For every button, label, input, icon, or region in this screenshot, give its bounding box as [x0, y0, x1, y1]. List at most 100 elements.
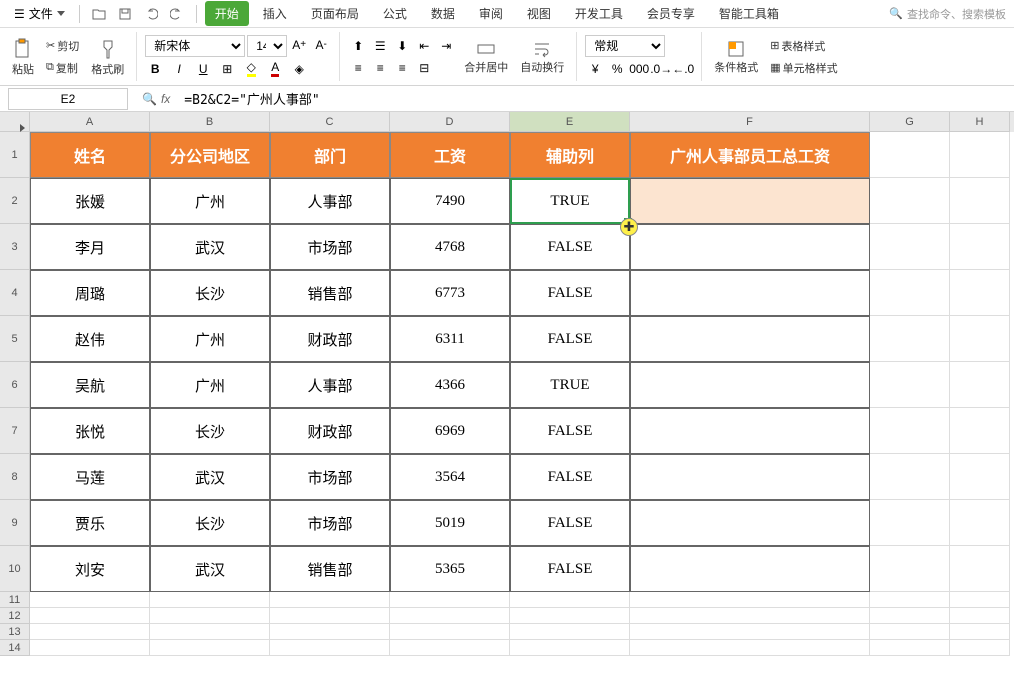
- cell[interactable]: 6969: [390, 408, 510, 454]
- cell[interactable]: [950, 270, 1010, 316]
- row-header[interactable]: 9: [0, 500, 30, 546]
- italic-icon[interactable]: I: [169, 59, 189, 79]
- cell[interactable]: [950, 500, 1010, 546]
- cell[interactable]: [390, 640, 510, 656]
- row-header[interactable]: 12: [0, 608, 30, 624]
- cell[interactable]: [950, 362, 1010, 408]
- align-bottom-icon[interactable]: ⬇: [392, 36, 412, 56]
- tab-formula[interactable]: 公式: [373, 1, 417, 26]
- cell[interactable]: 长沙: [150, 408, 270, 454]
- cell[interactable]: [870, 178, 950, 224]
- cell[interactable]: 销售部: [270, 546, 390, 592]
- align-right-icon[interactable]: ≡: [392, 58, 412, 78]
- cell[interactable]: 7490: [390, 178, 510, 224]
- tab-data[interactable]: 数据: [421, 1, 465, 26]
- tab-member[interactable]: 会员专享: [637, 1, 705, 26]
- row-header[interactable]: 5: [0, 316, 30, 362]
- cell[interactable]: [870, 224, 950, 270]
- cell[interactable]: [510, 640, 630, 656]
- cell[interactable]: [950, 608, 1010, 624]
- cell[interactable]: [630, 270, 870, 316]
- select-all-corner[interactable]: [0, 112, 30, 132]
- cell[interactable]: FALSE: [510, 270, 630, 316]
- header-cell[interactable]: 广州人事部员工总工资: [630, 132, 870, 178]
- cell[interactable]: 5365: [390, 546, 510, 592]
- cell[interactable]: [30, 608, 150, 624]
- col-header[interactable]: A: [30, 112, 150, 132]
- cell-style-button[interactable]: ▦单元格样式: [766, 58, 841, 78]
- cell[interactable]: 财政部: [270, 316, 390, 362]
- cell[interactable]: 财政部: [270, 408, 390, 454]
- cell[interactable]: 销售部: [270, 270, 390, 316]
- clear-format-icon[interactable]: ◈: [289, 59, 309, 79]
- table-style-button[interactable]: ⊞表格样式: [766, 36, 841, 56]
- cell[interactable]: 广州: [150, 362, 270, 408]
- cell[interactable]: [630, 316, 870, 362]
- cell[interactable]: [630, 224, 870, 270]
- paste-button[interactable]: 粘贴: [8, 35, 38, 79]
- tab-start[interactable]: 开始: [205, 1, 249, 26]
- cell[interactable]: [630, 608, 870, 624]
- col-header[interactable]: G: [870, 112, 950, 132]
- col-header[interactable]: B: [150, 112, 270, 132]
- font-name-select[interactable]: 新宋体: [145, 35, 245, 57]
- cell[interactable]: [950, 546, 1010, 592]
- cell[interactable]: [30, 592, 150, 608]
- align-left-icon[interactable]: ≡: [348, 58, 368, 78]
- cell[interactable]: 3564: [390, 454, 510, 500]
- cell[interactable]: [870, 408, 950, 454]
- percent-icon[interactable]: %: [607, 59, 627, 79]
- col-header[interactable]: F: [630, 112, 870, 132]
- cell[interactable]: 马莲: [30, 454, 150, 500]
- cell[interactable]: [30, 640, 150, 656]
- cell[interactable]: 6311: [390, 316, 510, 362]
- formula-input[interactable]: =B2&C2="广州人事部": [176, 89, 1014, 108]
- cell[interactable]: [950, 132, 1010, 178]
- cell[interactable]: [150, 592, 270, 608]
- cell[interactable]: [950, 316, 1010, 362]
- cell[interactable]: [870, 546, 950, 592]
- cell[interactable]: [950, 592, 1010, 608]
- cell[interactable]: [390, 624, 510, 640]
- indent-increase-icon[interactable]: ⇥: [436, 36, 456, 56]
- border-icon[interactable]: ⊞: [217, 59, 237, 79]
- cell[interactable]: FALSE: [510, 224, 630, 270]
- cell[interactable]: 张媛: [30, 178, 150, 224]
- cell[interactable]: [870, 362, 950, 408]
- cond-format-button[interactable]: 条件格式: [710, 37, 762, 77]
- cell[interactable]: [870, 592, 950, 608]
- col-header[interactable]: H: [950, 112, 1010, 132]
- col-header[interactable]: D: [390, 112, 510, 132]
- cell[interactable]: 吴航: [30, 362, 150, 408]
- row-header[interactable]: 14: [0, 640, 30, 656]
- cell[interactable]: [870, 608, 950, 624]
- row-header[interactable]: 6: [0, 362, 30, 408]
- col-header[interactable]: C: [270, 112, 390, 132]
- cell[interactable]: 武汉: [150, 224, 270, 270]
- currency-icon[interactable]: ¥: [585, 59, 605, 79]
- cell[interactable]: 4768: [390, 224, 510, 270]
- fill-color-icon[interactable]: ◇: [241, 59, 261, 79]
- cell[interactable]: 市场部: [270, 454, 390, 500]
- cell[interactable]: [870, 132, 950, 178]
- cell[interactable]: [630, 592, 870, 608]
- row-header[interactable]: 1: [0, 132, 30, 178]
- tab-view[interactable]: 视图: [517, 1, 561, 26]
- cell[interactable]: [630, 624, 870, 640]
- header-cell[interactable]: 辅助列: [510, 132, 630, 178]
- cell[interactable]: 赵伟: [30, 316, 150, 362]
- cell[interactable]: [950, 408, 1010, 454]
- cell[interactable]: 市场部: [270, 500, 390, 546]
- row-header[interactable]: 13: [0, 624, 30, 640]
- cell[interactable]: [870, 624, 950, 640]
- cell[interactable]: [630, 408, 870, 454]
- cell[interactable]: [950, 224, 1010, 270]
- cell[interactable]: [390, 608, 510, 624]
- cell[interactable]: 李月: [30, 224, 150, 270]
- cell[interactable]: [30, 624, 150, 640]
- cell[interactable]: FALSE: [510, 546, 630, 592]
- thousand-icon[interactable]: 000: [629, 59, 649, 79]
- undo-icon[interactable]: [140, 3, 162, 25]
- cell[interactable]: [270, 640, 390, 656]
- redo-icon[interactable]: [166, 3, 188, 25]
